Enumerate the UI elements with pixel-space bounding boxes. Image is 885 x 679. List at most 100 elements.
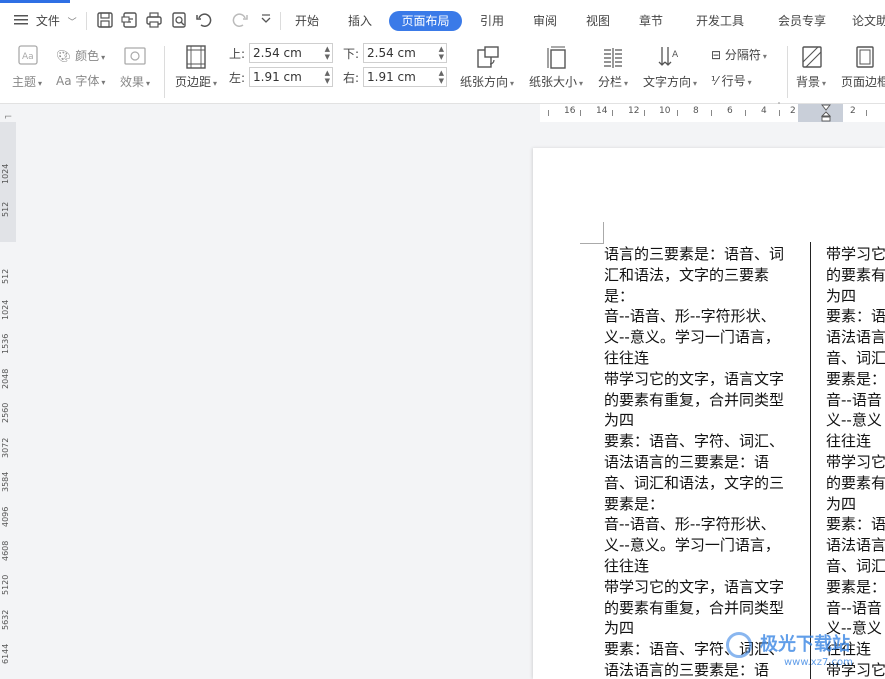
ruler-label: 3584 xyxy=(1,471,10,492)
page-border-icon[interactable] xyxy=(854,44,876,70)
tab-home[interactable]: 开始 xyxy=(288,11,326,31)
top-margin-label: 上: xyxy=(229,47,246,61)
export-pdf-icon[interactable] xyxy=(120,10,140,30)
ruler-label: 1024 xyxy=(1,299,10,320)
background-icon[interactable] xyxy=(800,44,824,70)
chevron-down-icon: ﹀ xyxy=(67,18,77,28)
tab-insert[interactable]: 插入 xyxy=(341,11,379,31)
divider xyxy=(86,12,87,30)
effect-icon[interactable] xyxy=(123,46,147,66)
columns-button[interactable]: 分栏 ▾ xyxy=(598,73,628,90)
divider xyxy=(164,46,165,98)
horizontal-ruler[interactable]: 16 14 12 10 8 6 4 2 2 xyxy=(540,104,885,122)
text-line: 语法语言的三要素是：语 xyxy=(604,452,770,471)
dialog-launcher-icon[interactable] xyxy=(772,94,780,109)
ruler-tick xyxy=(745,110,746,116)
font-label: 字体 xyxy=(75,74,100,88)
line-numbers-button[interactable]: ⅟ 行号 ▾ xyxy=(711,72,752,89)
text-line: 语法语言的三要素是：语 xyxy=(604,660,770,679)
column-divider xyxy=(810,242,811,679)
text-line: 是： xyxy=(604,286,635,305)
file-menu-label: 文件 xyxy=(35,14,60,28)
text-direction-icon[interactable]: A xyxy=(657,44,683,70)
theme-icon[interactable]: Aa xyxy=(17,44,39,66)
svg-text:Aa: Aa xyxy=(22,52,34,62)
text-line: 带学习它 xyxy=(826,452,885,471)
line-numbers-label: 行号 xyxy=(721,74,746,88)
ruler-label: 8 xyxy=(693,106,699,116)
tab-references[interactable]: 引用 xyxy=(473,11,511,31)
file-menu[interactable]: 文件 ﹀ xyxy=(14,10,77,32)
bottom-margin-input[interactable]: 2.54 cm ▲ ▼ xyxy=(363,43,447,63)
ruler-label: 2048 xyxy=(1,368,10,389)
redo-icon[interactable] xyxy=(230,10,250,30)
crop-mark xyxy=(603,222,604,244)
ruler-label: 6 xyxy=(727,106,733,116)
tab-page-layout[interactable]: 页面布局 xyxy=(389,11,462,31)
breaks-button[interactable]: ⊟ 分隔符 ▾ xyxy=(711,46,767,63)
print-preview-icon[interactable] xyxy=(169,10,189,30)
ruler-label: 512 xyxy=(1,268,10,284)
ruler-tick xyxy=(677,110,678,116)
spin-arrows-icon[interactable]: ▲ ▼ xyxy=(325,45,330,61)
text-line: 要素：语 xyxy=(826,307,885,326)
tab-chapter[interactable]: 章节 xyxy=(632,11,670,31)
text-line: 义--意义 xyxy=(826,411,882,430)
divider xyxy=(787,46,788,98)
vertical-ruler[interactable]: 1024 512 512 1024 1536 2048 2560 3072 35… xyxy=(0,122,16,679)
tab-review[interactable]: 审阅 xyxy=(526,11,564,31)
tab-developer-tools[interactable]: 开发工具 xyxy=(689,11,751,31)
text-line: 为四 xyxy=(826,494,857,513)
right-margin-label: 右: xyxy=(343,71,360,85)
save-icon[interactable] xyxy=(95,10,115,30)
spin-arrows-icon[interactable]: ▲ ▼ xyxy=(439,45,444,61)
ruler-label: 16 xyxy=(564,106,576,116)
margins-button[interactable]: 页边距 ▾ xyxy=(175,73,217,90)
menu-bar: 文件 ﹀ 开始 插入 页面布局 引用 审阅 视图 章节 开发工具 会员专享 论文… xyxy=(0,0,885,40)
font-button[interactable]: Aa 字体 ▾ xyxy=(56,72,105,89)
right-margin-input[interactable]: 1.91 cm ▲ ▼ xyxy=(363,67,447,87)
text-line: 要素是： xyxy=(826,369,885,388)
page-size-icon[interactable] xyxy=(545,44,569,70)
ruler-label: 1536 xyxy=(1,333,10,354)
ruler-label: 4 xyxy=(761,106,767,116)
text-line: 的要素有重复，合并同类型 xyxy=(604,598,785,617)
tab-paper-assistant[interactable]: 论文助手 xyxy=(852,11,885,31)
text-line: 为四 xyxy=(826,286,857,305)
undo-icon[interactable] xyxy=(194,10,214,30)
text-line: 音--语音、形--字符形状、 xyxy=(604,515,776,534)
orientation-button[interactable]: 纸张方向 ▾ xyxy=(460,73,514,90)
crop-mark xyxy=(580,243,604,244)
text-line: 的要素有 xyxy=(826,265,885,284)
hamburger-icon xyxy=(14,11,28,33)
bottom-margin-value: 2.54 cm xyxy=(367,46,416,60)
color-button[interactable]: 🎨︎ 颜色 ▾ xyxy=(56,47,105,64)
print-icon[interactable] xyxy=(144,10,164,30)
effect-button[interactable]: 效果 ▾ xyxy=(120,73,150,90)
customize-toolbar-icon[interactable] xyxy=(256,10,276,30)
text-direction-button[interactable]: 文字方向 ▾ xyxy=(643,73,697,90)
text-line: 要素是： xyxy=(826,577,885,596)
margins-icon[interactable] xyxy=(184,44,208,70)
tab-member-exclusive[interactable]: 会员专享 xyxy=(771,11,833,31)
page-border-button[interactable]: 页面边框 xyxy=(841,73,885,90)
color-label: 颜色 xyxy=(75,49,100,63)
ruler-label: 10 xyxy=(659,106,671,116)
orientation-icon[interactable] xyxy=(475,44,501,70)
theme-button[interactable]: 主题 ▾ xyxy=(12,73,42,90)
text-line: 汇和语法，文字的三要素 xyxy=(604,265,770,284)
top-margin-input[interactable]: 2.54 cm ▲ ▼ xyxy=(249,43,333,63)
page-size-button[interactable]: 纸张大小 ▾ xyxy=(529,73,583,90)
tab-view[interactable]: 视图 xyxy=(579,11,617,31)
ruler-label: 6144 xyxy=(1,643,10,664)
columns-icon[interactable] xyxy=(601,46,625,70)
background-button[interactable]: 背景 ▾ xyxy=(796,73,826,90)
indent-marker-icon[interactable] xyxy=(820,104,832,122)
left-margin-input[interactable]: 1.91 cm ▲ ▼ xyxy=(249,67,333,87)
spin-arrows-icon[interactable]: ▲ ▼ xyxy=(439,69,444,85)
ruler-label: 5632 xyxy=(1,609,10,630)
theme-label: 主题 xyxy=(12,75,37,89)
spin-arrows-icon[interactable]: ▲ ▼ xyxy=(325,69,330,85)
text-column-1[interactable]: 语言的三要素是：语音、词 汇和语法，文字的三要素 是： 音--语音、形--字符形… xyxy=(604,244,800,679)
text-column-2[interactable]: 带学习它 的要素有 为四 要素：语 语法语言 音、词汇 要素是： 音--语音 义… xyxy=(826,244,885,679)
